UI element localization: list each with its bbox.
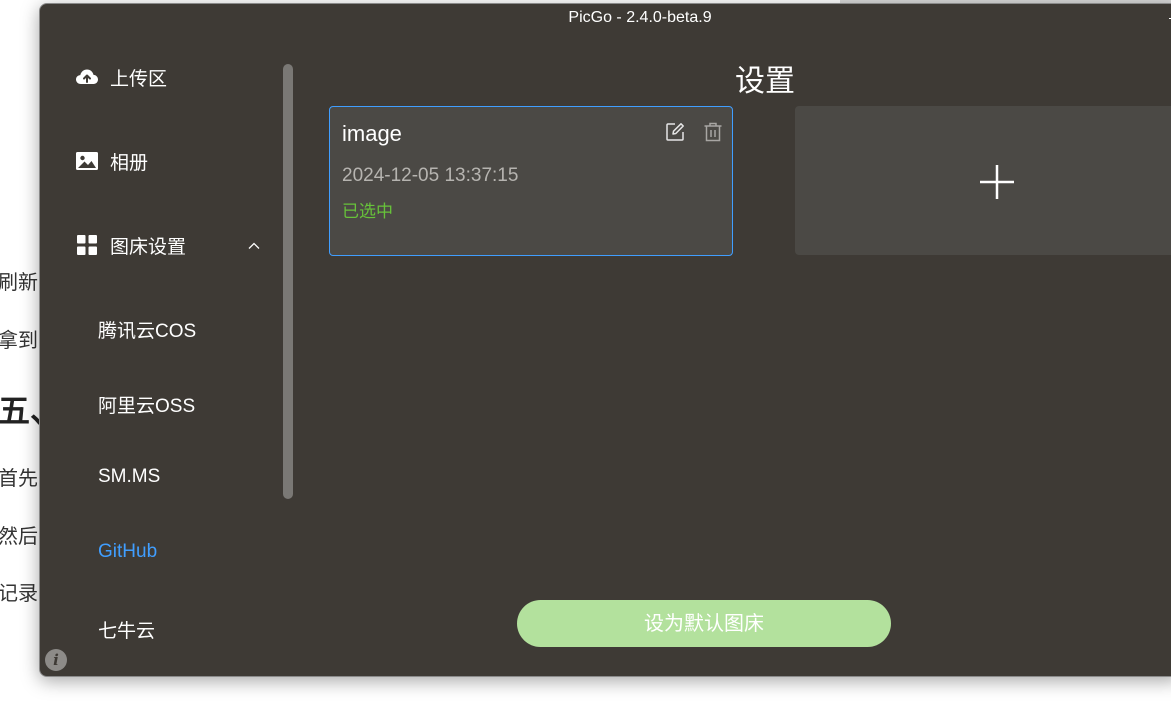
config-date: 2024-12-05 13:37:15 (342, 165, 519, 186)
background-text-line: 然后 (0, 524, 38, 548)
set-default-picbed-button[interactable]: 设为默认图床 (517, 600, 891, 647)
title-bar[interactable]: PicGo - 2.4.0-beta.9 (40, 4, 1171, 32)
picbed-item-aliyun-oss[interactable]: 阿里云OSS (98, 391, 195, 418)
grid-icon (74, 232, 100, 258)
background-text-line: 刷新 (0, 270, 38, 294)
delete-icon[interactable] (702, 121, 724, 143)
background-text-line: 记录 (0, 581, 38, 605)
add-config-card[interactable] (795, 106, 1171, 255)
sidebar-item-gallery[interactable]: 相册 (74, 141, 148, 181)
sidebar-scrollbar[interactable] (283, 64, 293, 499)
config-name: image (342, 121, 402, 146)
picbed-item-tencent-cos[interactable]: 腾讯云COS (98, 316, 196, 343)
chevron-up-icon[interactable] (248, 240, 260, 252)
window-title: PicGo - 2.4.0-beta.9 (568, 9, 712, 26)
edit-icon[interactable] (664, 121, 686, 143)
background-text-line: 首先 (0, 466, 38, 490)
plus-icon (980, 165, 1014, 199)
picbed-item-smms[interactable]: SM.MS (98, 466, 160, 488)
picgo-window: PicGo - 2.4.0-beta.9 上传区 相册 图床设置 腾讯云COS … (39, 3, 1171, 677)
sidebar-item-label: 上传区 (110, 67, 168, 90)
page-title: 设置 (735, 64, 795, 99)
selected-status: 已选中 (342, 202, 393, 222)
picbed-item-github[interactable]: GitHub (98, 541, 157, 563)
sidebar-item-label: 相册 (110, 151, 149, 174)
sidebar-item-picbed-settings[interactable]: 图床设置 (74, 225, 186, 265)
background-text-line: 拿到 (0, 328, 38, 352)
config-card[interactable]: image 2024-12-05 13:37:15 已选中 (329, 106, 733, 256)
cloud-upload-icon (74, 64, 100, 90)
image-icon (74, 148, 100, 174)
minimize-button[interactable] (1159, 8, 1171, 28)
info-icon[interactable]: i (45, 649, 67, 671)
picbed-item-qiniu[interactable]: 七牛云 (98, 616, 155, 643)
sidebar: 上传区 相册 图床设置 腾讯云COS 阿里云OSS SM.MS GitHub 七… (40, 32, 298, 676)
sidebar-item-upload[interactable]: 上传区 (74, 57, 167, 97)
sidebar-item-label: 图床设置 (110, 235, 187, 258)
